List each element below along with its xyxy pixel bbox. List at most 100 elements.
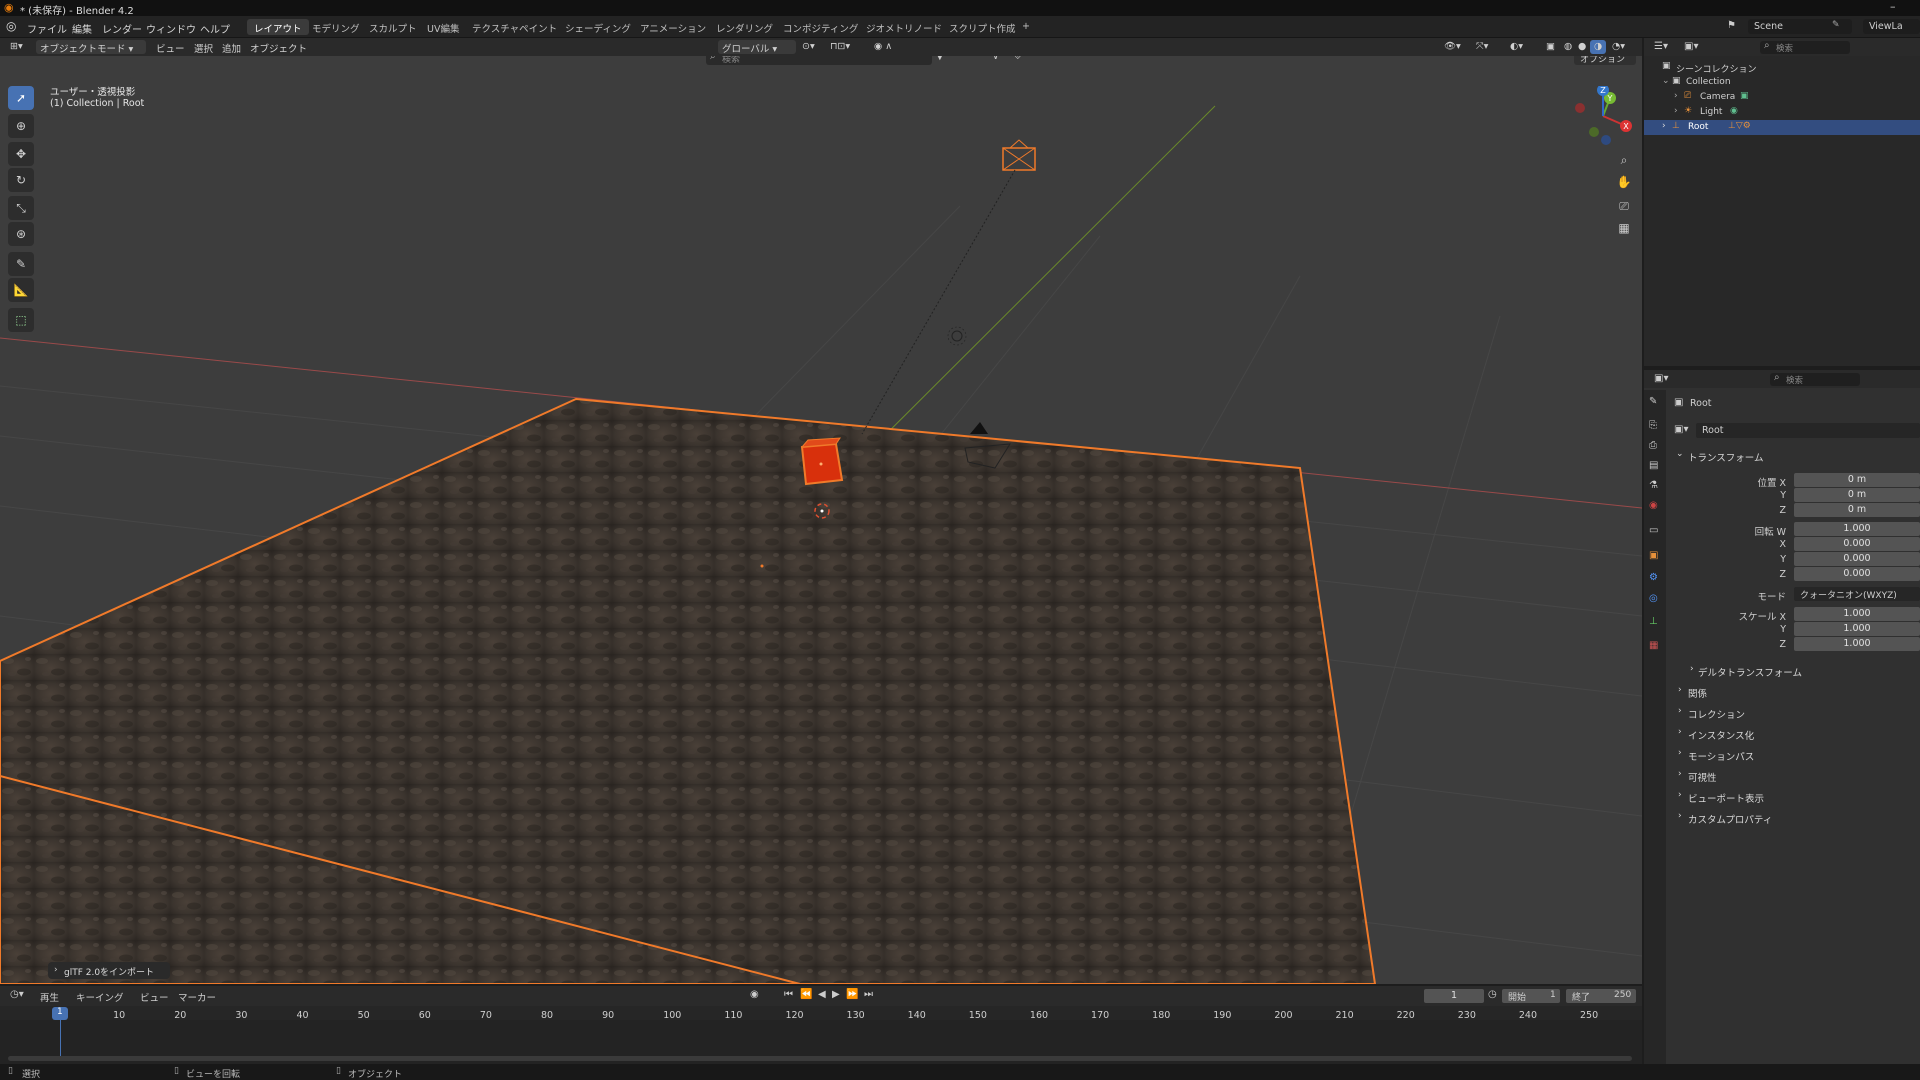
- minimize-button[interactable]: –: [1890, 0, 1896, 13]
- chevron-right-icon[interactable]: ›: [1674, 106, 1678, 116]
- rotation-w-field[interactable]: 1.000: [1794, 522, 1920, 536]
- solid-shading-icon[interactable]: ●: [1574, 40, 1590, 54]
- scale-x-field[interactable]: 1.000: [1794, 607, 1920, 621]
- render-tab-icon[interactable]: ⎘: [1649, 420, 1657, 431]
- zoom-button[interactable]: ⌕: [1614, 150, 1634, 170]
- view-layer-tab-icon[interactable]: ▤: [1649, 460, 1658, 471]
- rotation-z-field[interactable]: 0.000: [1794, 567, 1920, 581]
- 3d-viewport[interactable]: ➚ ⊕ ✥ ↻ ⤡ ⊛ ✎ 📐 ⬚ ユーザー・透視投影 (1) Collecti…: [0, 56, 1642, 984]
- tab-uv[interactable]: UV編集: [420, 19, 466, 35]
- visibility-icon[interactable]: 👁▾: [1440, 40, 1465, 54]
- play-icon[interactable]: ▶: [832, 989, 840, 1000]
- overlay-icon[interactable]: ◐▾: [1506, 40, 1527, 54]
- playback-menu[interactable]: 再生: [40, 990, 59, 1004]
- menu-window[interactable]: ウィンドウ: [146, 21, 196, 36]
- jump-start-icon[interactable]: ⏮: [784, 989, 793, 1000]
- end-frame-field[interactable]: 終了 250: [1566, 989, 1636, 1003]
- menu-file[interactable]: ファイル: [27, 21, 67, 36]
- world-tab-icon[interactable]: ◉: [1649, 500, 1658, 511]
- viewlayer-selector[interactable]: ViewLa: [1863, 19, 1920, 34]
- measure-tool-button[interactable]: 📐: [8, 278, 34, 302]
- snap-icon[interactable]: ⊓⊡▾: [826, 40, 854, 54]
- viewport-scene[interactable]: [0, 56, 1642, 984]
- chevron-down-icon[interactable]: ⌄: [1662, 76, 1670, 86]
- prev-keyframe-icon[interactable]: ⏪: [800, 989, 812, 1000]
- auto-keying-icon[interactable]: ◉: [750, 989, 759, 1000]
- custom-properties-panel-header[interactable]: › カスタムプロパティ: [1674, 809, 1920, 826]
- tab-animation[interactable]: アニメーション: [633, 19, 713, 35]
- viewport-display-panel-header[interactable]: › ビューポート表示: [1674, 788, 1920, 805]
- material-shading-icon[interactable]: ◑: [1590, 40, 1607, 54]
- constraint-tab-icon[interactable]: ⊥: [1649, 616, 1658, 627]
- location-x-field[interactable]: 0 m: [1794, 473, 1920, 487]
- next-keyframe-icon[interactable]: ⏩: [846, 989, 858, 1000]
- tab-geometry-nodes[interactable]: ジオメトリノード: [859, 19, 949, 35]
- output-tab-icon[interactable]: ⎙: [1649, 440, 1657, 451]
- selected-cube[interactable]: [800, 437, 844, 486]
- transform-panel-header[interactable]: ⌄ トランスフォーム: [1674, 447, 1920, 464]
- filter-toggle-icons[interactable]: ▼ ⊽ ⛨: [936, 56, 1026, 65]
- marker-menu[interactable]: マーカー: [178, 990, 216, 1004]
- motion-paths-panel-header[interactable]: › モーションパス: [1674, 746, 1920, 763]
- physics-tab-icon[interactable]: ◎: [1649, 593, 1658, 604]
- tab-shading[interactable]: シェーディング: [558, 19, 638, 35]
- tab-scripting[interactable]: スクリプト作成: [942, 19, 1023, 35]
- last-operator-panel[interactable]: › glTF 2.0をインポート: [48, 962, 170, 979]
- outliner-row-root[interactable]: › ⊥ Root ⊥▽⚙: [1644, 120, 1920, 135]
- menu-help[interactable]: ヘルプ: [200, 21, 230, 36]
- playhead-indicator[interactable]: 1: [52, 1007, 68, 1020]
- play-reverse-icon[interactable]: ◀: [818, 989, 826, 1000]
- scale-y-field[interactable]: 1.000: [1794, 622, 1920, 636]
- current-frame-field[interactable]: 1: [1424, 989, 1484, 1003]
- rotation-mode-dropdown[interactable]: クォータニオン(WXYZ): [1794, 587, 1920, 601]
- tab-modeling[interactable]: モデリング: [305, 19, 367, 35]
- outliner-row-light[interactable]: › ☀ Light ◉: [1644, 105, 1920, 120]
- tool-tab-icon[interactable]: ✎: [1649, 396, 1657, 407]
- add-cube-tool-button[interactable]: ⬚: [8, 308, 34, 332]
- pan-button[interactable]: ✋: [1614, 172, 1634, 192]
- display-mode-icon[interactable]: ▣▾: [1684, 41, 1698, 52]
- modifier-tab-icon[interactable]: ⚙: [1649, 572, 1658, 583]
- tab-rendering[interactable]: レンダリング: [709, 19, 780, 35]
- menu-object[interactable]: オブジェクト: [246, 40, 311, 55]
- menu-edit[interactable]: 編集: [72, 21, 92, 36]
- scale-tool-button[interactable]: ⤡: [8, 196, 34, 220]
- tab-sculpt[interactable]: スカルプト: [362, 19, 424, 35]
- scale-z-field[interactable]: 1.000: [1794, 637, 1920, 651]
- transform-orientation-dropdown[interactable]: グローバル ▾: [718, 40, 796, 55]
- chevron-right-icon[interactable]: ›: [1674, 91, 1678, 101]
- rendered-shading-icon[interactable]: ◔▾: [1608, 40, 1629, 54]
- jump-end-icon[interactable]: ⏭: [864, 989, 873, 1000]
- move-tool-button[interactable]: ✥: [8, 142, 34, 166]
- proportional-edit-icon[interactable]: ◉ ∧: [870, 40, 896, 54]
- blender-menu-icon[interactable]: ◎: [6, 19, 16, 33]
- outliner-row-collection[interactable]: ⌄ ▣ Collection: [1644, 75, 1920, 90]
- data-tab-icon[interactable]: ▦: [1649, 640, 1658, 651]
- visibility-panel-header[interactable]: › 可視性: [1674, 767, 1920, 784]
- gizmo-icon[interactable]: ⤧▾: [1472, 40, 1492, 54]
- perspective-toggle-button[interactable]: ▦: [1614, 218, 1634, 238]
- pivot-icon[interactable]: ⊙▾: [798, 40, 819, 54]
- scene-tab-icon[interactable]: ⚗: [1649, 480, 1658, 491]
- transform-tool-button[interactable]: ⊛: [8, 222, 34, 246]
- camera-view-button[interactable]: ⎚: [1614, 196, 1634, 216]
- rotation-x-field[interactable]: 0.000: [1794, 537, 1920, 551]
- timeline-view-menu[interactable]: ビュー: [140, 990, 169, 1004]
- menu-add[interactable]: 追加: [218, 40, 245, 55]
- outliner-search-input[interactable]: ⌕ 検索: [1760, 40, 1850, 54]
- timeline-scrollbar[interactable]: [8, 1056, 1632, 1061]
- clock-icon[interactable]: ◷: [1488, 989, 1497, 1000]
- tab-layout[interactable]: レイアウト: [247, 19, 309, 35]
- outliner-row-camera[interactable]: › ⎚ Camera ▣: [1644, 90, 1920, 105]
- annotate-tool-button[interactable]: ✎: [8, 252, 34, 276]
- tab-texture-paint[interactable]: テクスチャペイント: [465, 19, 564, 35]
- menu-view[interactable]: ビュー: [152, 40, 189, 55]
- select-tool-button[interactable]: ➚: [8, 86, 34, 110]
- menu-select[interactable]: 選択: [190, 40, 217, 55]
- rotation-y-field[interactable]: 0.000: [1794, 552, 1920, 566]
- rotate-tool-button[interactable]: ↻: [8, 168, 34, 192]
- cursor-tool-button[interactable]: ⊕: [8, 114, 34, 138]
- properties-editor-icon[interactable]: ▣▾: [1654, 373, 1668, 384]
- object-name-field[interactable]: Root: [1696, 423, 1920, 438]
- location-z-field[interactable]: 0 m: [1794, 503, 1920, 517]
